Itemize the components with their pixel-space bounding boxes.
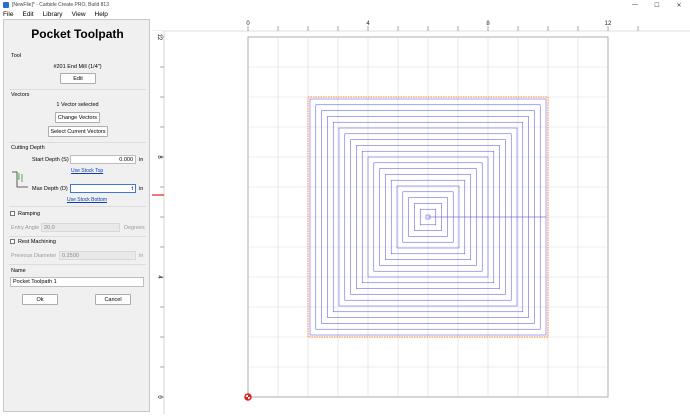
- menu-edit[interactable]: Edit: [22, 11, 33, 18]
- canvas-svg[interactable]: 0 4 8 1212840: [152, 19, 690, 414]
- vertical-ruler: [152, 31, 164, 414]
- ok-button[interactable]: Ok: [22, 294, 58, 305]
- max-depth-unit: in: [139, 186, 144, 192]
- divider: [9, 142, 146, 143]
- window-controls: — ☐ ✕: [624, 0, 690, 10]
- entry-angle-unit: Degrees: [124, 225, 145, 231]
- menu-bar: File Edit Library View Help: [0, 10, 690, 19]
- cancel-button[interactable]: Cancel: [95, 294, 131, 305]
- toolpath-name-field[interactable]: Pocket Toolpath 1: [10, 277, 144, 287]
- cutting-depth-heading: Cutting Depth: [11, 145, 45, 151]
- previous-diameter-unit: in: [139, 253, 144, 259]
- start-depth-field[interactable]: 0.000: [70, 155, 136, 164]
- close-button[interactable]: ✕: [668, 0, 690, 10]
- use-stock-top-link[interactable]: Use Stock Top: [71, 168, 103, 174]
- menu-help[interactable]: Help: [95, 11, 108, 18]
- tool-heading: Tool: [11, 53, 22, 59]
- previous-diameter-field[interactable]: 0.2500: [59, 251, 136, 260]
- edit-tool-button[interactable]: Edit: [60, 73, 96, 84]
- y-ruler-label: 12: [156, 34, 162, 41]
- menu-file[interactable]: File: [3, 11, 13, 18]
- use-stock-bottom-link[interactable]: Use Stock Bottom: [67, 197, 107, 203]
- change-vectors-button[interactable]: Change Vectors: [55, 112, 100, 123]
- select-current-vectors-button[interactable]: Select Current Vectors: [48, 126, 108, 137]
- panel-title: Pocket Toolpath: [31, 27, 124, 41]
- x-ruler-label: 12: [605, 21, 612, 27]
- max-depth-field[interactable]: t: [70, 184, 136, 193]
- name-heading: Name: [11, 268, 26, 274]
- window-title: [NewFile]* - Carbide Create PRO, Build 8…: [12, 2, 109, 8]
- menu-view[interactable]: View: [72, 11, 86, 18]
- pocket-toolpath-panel: Pocket Toolpath Tool #201 End Mill (1/4"…: [3, 19, 150, 412]
- depth-diagram-icon: [12, 171, 28, 188]
- minimize-button[interactable]: —: [624, 0, 646, 10]
- title-bar: [NewFile]* - Carbide Create PRO, Build 8…: [0, 0, 690, 10]
- entry-angle-field[interactable]: 20.0: [41, 223, 120, 232]
- vectors-status: 1 Vector selected: [56, 102, 99, 108]
- design-canvas[interactable]: 0 4 8 12 12 8 4 0: [152, 19, 690, 414]
- tool-name: #201 End Mill (1/4"): [53, 64, 102, 70]
- rest-machining-checkbox[interactable]: [10, 239, 15, 244]
- previous-diameter-label: Previous Diameter: [11, 253, 57, 259]
- vectors-heading: Vectors: [11, 92, 30, 98]
- ramping-checkbox[interactable]: [10, 211, 15, 216]
- rest-machining-label: Rest Machining: [18, 239, 56, 245]
- ramping-label: Ramping: [18, 211, 41, 217]
- divider: [9, 206, 146, 207]
- start-depth-unit: in: [139, 157, 144, 163]
- divider: [9, 236, 146, 237]
- maximize-button[interactable]: ☐: [646, 0, 668, 10]
- divider: [9, 89, 146, 90]
- entry-angle-label: Entry Angle: [11, 225, 40, 231]
- start-depth-label: Start Depth (S): [32, 157, 69, 163]
- divider: [9, 264, 146, 265]
- menu-library[interactable]: Library: [43, 11, 63, 18]
- max-depth-label: Max Depth (D): [32, 186, 68, 192]
- app-icon: [3, 2, 9, 8]
